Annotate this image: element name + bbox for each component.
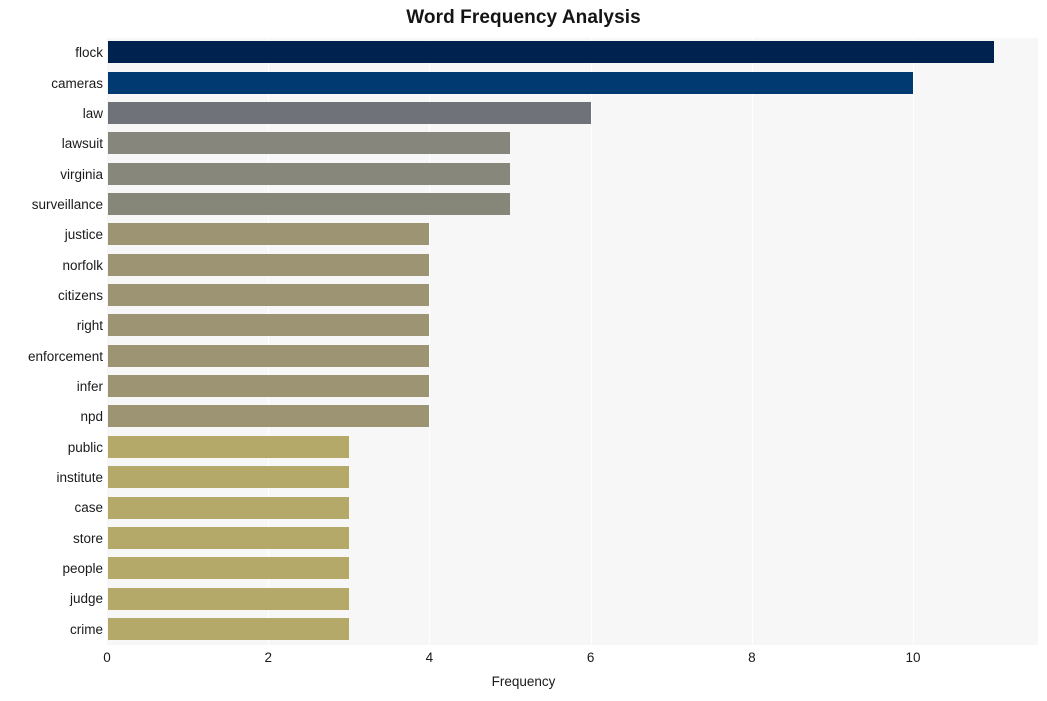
y-tick-label-enforcement: enforcement	[27, 348, 103, 364]
bar-infer[interactable]	[108, 375, 430, 398]
bar-surveillance[interactable]	[108, 193, 511, 216]
y-tick-label-justice: justice	[64, 227, 103, 243]
chart-figure: Word Frequency Analysis flock cameras law l…	[0, 0, 1047, 701]
bar-row	[107, 311, 1038, 340]
bar-row	[107, 38, 1038, 67]
bar-law[interactable]	[108, 101, 591, 124]
y-tick-label-norfolk: norfolk	[62, 257, 103, 273]
bar-row	[107, 402, 1038, 431]
bar-lawsuit[interactable]	[108, 132, 511, 155]
bar-row	[107, 281, 1038, 310]
bar-row	[107, 615, 1038, 644]
bar-row	[107, 524, 1038, 553]
x-axis-tick-labels: 0 2 4 6 8 10	[0, 650, 1047, 670]
bar-row	[107, 159, 1038, 188]
y-tick-label-store: store	[72, 530, 103, 546]
x-tick-label-4: 4	[425, 650, 434, 665]
x-tick-label-0: 0	[103, 650, 111, 665]
y-tick-label-infer: infer	[76, 379, 103, 395]
y-tick-label-crime: crime	[70, 621, 103, 637]
x-tick-label-6: 6	[586, 650, 595, 665]
bar-row	[107, 250, 1038, 279]
plot-area	[107, 38, 1038, 645]
bar-row	[107, 342, 1038, 371]
y-tick-label-public: public	[67, 439, 103, 455]
bar-crime[interactable]	[108, 617, 349, 640]
bar-justice[interactable]	[108, 223, 430, 246]
y-axis-tick-labels: flock cameras law lawsuit virginia surveillan…	[0, 38, 103, 645]
y-tick-label-npd: npd	[80, 409, 103, 425]
y-tick-label-virginia: virginia	[60, 166, 103, 182]
y-tick-label-citizens: citizens	[57, 287, 103, 303]
bar-npd[interactable]	[108, 405, 430, 428]
bar-store[interactable]	[108, 526, 349, 549]
y-tick-label-judge: judge	[69, 591, 103, 607]
bar-row	[107, 433, 1038, 462]
bar-row	[107, 220, 1038, 249]
bar-citizens[interactable]	[108, 284, 430, 307]
y-tick-label-lawsuit: lawsuit	[61, 136, 103, 152]
bar-row	[107, 584, 1038, 613]
y-tick-label-surveillance: surveillance	[31, 196, 103, 212]
x-tick-label-2: 2	[264, 650, 272, 665]
y-tick-label-right: right	[76, 318, 103, 334]
bar-enforcement[interactable]	[108, 344, 430, 367]
bar-row	[107, 554, 1038, 583]
bar-cameras[interactable]	[108, 71, 914, 94]
y-tick-label-law: law	[82, 105, 103, 121]
x-axis-title: Frequency	[491, 674, 556, 689]
bar-flock[interactable]	[108, 41, 994, 64]
x-tick-label-10: 10	[905, 650, 921, 665]
x-tick-label-8: 8	[748, 650, 756, 665]
bar-right[interactable]	[108, 314, 430, 337]
bar-row	[107, 129, 1038, 158]
y-tick-label-cameras: cameras	[51, 75, 103, 91]
y-tick-label-flock: flock	[75, 45, 103, 61]
bar-people[interactable]	[108, 557, 349, 580]
bar-row	[107, 372, 1038, 401]
bar-institute[interactable]	[108, 466, 349, 489]
y-tick-label-people: people	[62, 561, 103, 577]
bar-case[interactable]	[108, 496, 349, 519]
bar-row	[107, 493, 1038, 522]
bar-norfolk[interactable]	[108, 253, 430, 276]
bar-row	[107, 99, 1038, 128]
bar-row	[107, 190, 1038, 219]
y-tick-label-case: case	[74, 500, 103, 516]
bar-judge[interactable]	[108, 587, 349, 610]
bar-public[interactable]	[108, 435, 349, 458]
bar-row	[107, 68, 1038, 97]
bar-virginia[interactable]	[108, 162, 511, 185]
bar-row	[107, 463, 1038, 492]
page-title: Word Frequency Analysis	[406, 7, 641, 28]
y-tick-label-institute: institute	[56, 470, 103, 486]
